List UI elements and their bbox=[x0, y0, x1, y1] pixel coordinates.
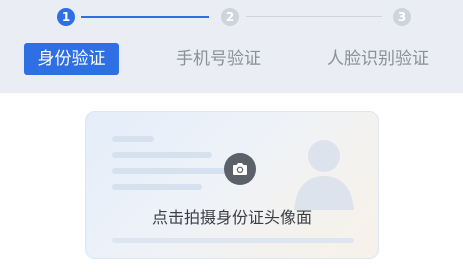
card-placeholder-line bbox=[112, 152, 212, 158]
step-connector-1 bbox=[81, 16, 209, 18]
card-placeholder-line bbox=[112, 238, 354, 243]
card-placeholder-line bbox=[112, 168, 240, 174]
step-3-label: 人脸识别验证 bbox=[327, 49, 429, 69]
step-2-label: 手机号验证 bbox=[176, 49, 261, 69]
camera-icon bbox=[233, 163, 247, 175]
step-1-label: 身份验证 bbox=[24, 43, 119, 75]
step-connector-2 bbox=[246, 16, 382, 17]
step-2-indicator: 2 bbox=[221, 8, 239, 26]
card-placeholder-line bbox=[112, 136, 154, 142]
id-card-photo-upload[interactable]: 点击拍摄身份证头像面 bbox=[85, 111, 379, 259]
step-progress-header: 1 2 3 身份验证 手机号验证 人脸识别验证 bbox=[0, 0, 463, 93]
camera-button[interactable] bbox=[224, 153, 256, 185]
portrait-silhouette-icon bbox=[294, 140, 354, 210]
step-1-indicator: 1 bbox=[57, 8, 75, 26]
step-3-indicator: 3 bbox=[393, 8, 411, 26]
card-placeholder-line bbox=[112, 184, 202, 190]
id-card-caption: 点击拍摄身份证头像面 bbox=[151, 208, 312, 227]
